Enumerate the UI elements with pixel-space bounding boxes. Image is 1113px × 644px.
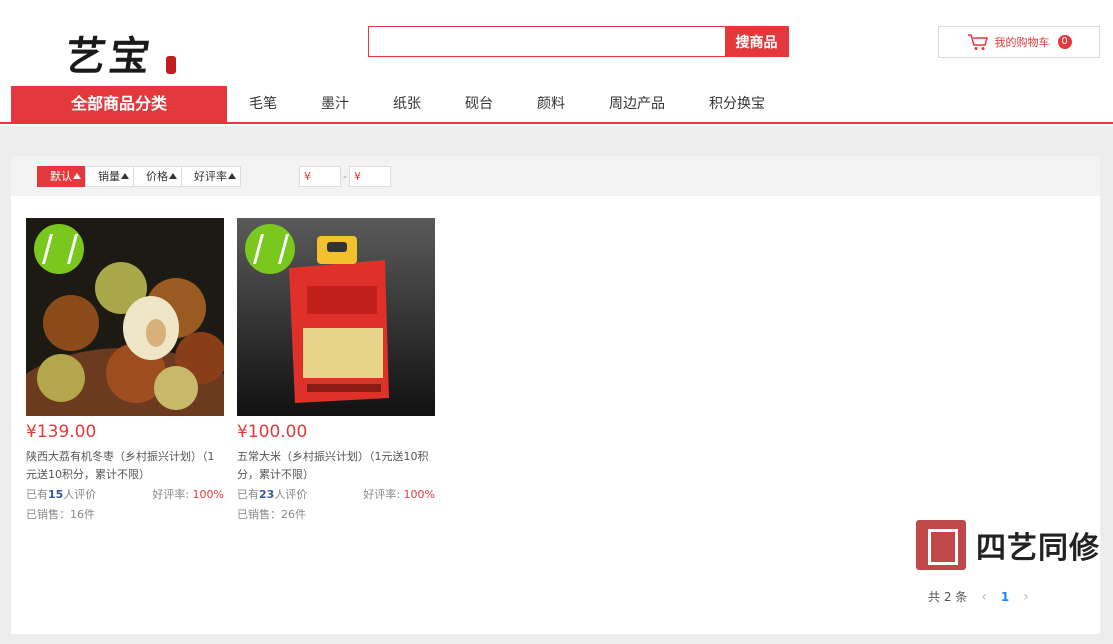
nav-item-accessories[interactable]: 周边产品 [587,86,687,122]
sort-default-button[interactable]: 默认 [37,166,86,187]
sort-arrow-icon [228,173,236,179]
search-button[interactable]: 搜商品 [725,27,788,56]
product-meta: 已有23人评价 好评率: 100% [237,487,435,503]
sort-arrow-icon [121,173,129,179]
nav-items: 毛笔 墨汁 纸张 砚台 颜料 周边产品 积分换宝 [227,86,787,122]
site-logo[interactable]: 艺宝 [62,24,186,80]
nav-item-points-exchange[interactable]: 积分换宝 [687,86,787,122]
watermark-text: 四艺同修 [976,531,1100,566]
logo-text: 艺宝 [62,33,157,80]
product-meta: 已有15人评价 好评率: 100% [26,487,224,503]
search-input[interactable] [369,27,725,56]
nav-item-pigments[interactable]: 颜料 [515,86,587,122]
cart-button[interactable]: 我的购物车 0 [938,26,1100,58]
product-reviews: 已有23人评价 [237,488,308,501]
rural-revitalization-badge-icon [34,224,84,274]
site-header: 艺宝 搜商品 我的购物车 0 [0,0,1113,84]
sort-arrow-icon [169,173,177,179]
price-max-input[interactable]: ¥ [348,166,391,187]
product-price: ¥100.00 [237,422,308,442]
price-min-input[interactable]: ¥ [299,166,341,187]
product-sold-count: 已销售：16件 [26,508,95,521]
price-range-filter: ¥ - ¥ [299,166,391,187]
nav-item-inkstone[interactable]: 砚台 [443,86,515,122]
shopping-cart-icon [967,34,988,50]
search-bar: 搜商品 [368,26,789,57]
cart-label: 我的购物车 [994,36,1050,49]
nav-item-ink[interactable]: 墨汁 [299,86,371,122]
product-card[interactable]: ¥100.00 五常大米（乡村振兴计划）（1元送10积分，累计不限） 已有23人… [237,218,435,523]
pagination-total: 共 2 条 [928,590,968,604]
product-sold-count: 已销售：26件 [237,508,306,521]
product-price: ¥139.00 [26,422,97,442]
all-categories-button[interactable]: 全部商品分类 [11,86,227,122]
filter-bar: 默认 销量 价格 好评率 ¥ - ¥ [11,156,1100,196]
sort-price-button[interactable]: 价格 [133,166,182,187]
sort-sales-button[interactable]: 销量 [85,166,134,187]
pagination: 共 2 条 ‹ 1 › [928,588,1043,605]
watermark: 四艺同修 [916,519,1113,571]
product-title[interactable]: 五常大米（乡村振兴计划）（1元送10积分，累计不限） [237,448,435,484]
next-page-icon[interactable]: › [1023,589,1029,605]
sort-rating-button[interactable]: 好评率 [181,166,241,187]
sort-options: 默认 销量 价格 好评率 [37,166,241,187]
product-reviews: 已有15人评价 [26,488,97,501]
product-card[interactable]: ¥139.00 陕西大荔有机冬枣（乡村振兴计划）（1元送10积分，累计不限） 已… [26,218,224,523]
product-title[interactable]: 陕西大荔有机冬枣（乡村振兴计划）（1元送10积分，累计不限） [26,448,224,484]
main-nav: 全部商品分类 毛笔 墨汁 纸张 砚台 颜料 周边产品 积分换宝 [0,84,1113,124]
product-rating: 好评率: 100% [152,488,224,501]
cart-count-badge: 0 [1057,35,1072,49]
product-rating: 好评率: 100% [363,488,435,501]
page-number-current[interactable]: 1 [1001,590,1009,604]
watermark-seal-icon [916,520,966,570]
rural-revitalization-badge-icon [245,224,295,274]
logo-seal-icon [166,56,176,74]
nav-item-brushes[interactable]: 毛笔 [227,86,299,122]
prev-page-icon[interactable]: ‹ [981,589,987,605]
product-image-rice[interactable] [237,218,435,416]
nav-item-paper[interactable]: 纸张 [371,86,443,122]
product-image-jujube[interactable] [26,218,224,416]
price-range-separator: - [343,170,347,183]
sort-arrow-icon [73,173,81,179]
